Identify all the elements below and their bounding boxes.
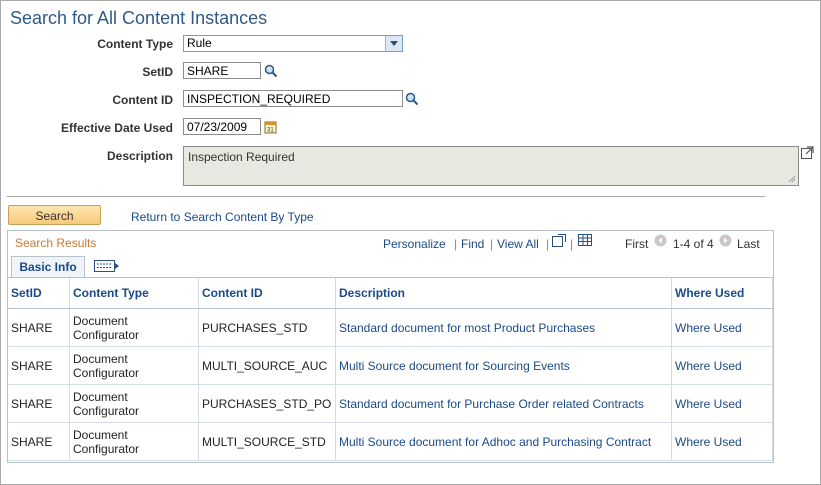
expand-icon[interactable]: [801, 146, 814, 159]
find-link[interactable]: Find: [461, 237, 484, 251]
content-type-line: Document: [73, 389, 128, 404]
first-label: First: [625, 237, 649, 251]
search-button[interactable]: Search: [8, 205, 101, 225]
content-type-line: Document: [73, 351, 128, 366]
search-results-grid: Search Results Personalize | Find | View…: [7, 230, 774, 463]
cell-setid: SHARE: [8, 308, 70, 347]
personalize-link[interactable]: Personalize: [383, 237, 446, 251]
table-row: SHARE Document Configurator PURCHASES_STD…: [8, 384, 773, 423]
cell-content-id: MULTI_SOURCE_AUC: [198, 346, 336, 385]
results-table: SetID Content Type Content ID Descriptio…: [8, 278, 773, 461]
svg-text:31: 31: [267, 128, 274, 134]
download-icon[interactable]: [578, 234, 592, 246]
lookup-icon[interactable]: [405, 92, 419, 106]
description-textarea[interactable]: Inspection Required: [183, 146, 799, 186]
lookup-icon[interactable]: [264, 64, 278, 78]
calendar-icon[interactable]: 31: [264, 120, 278, 134]
col-header-content-id[interactable]: Content ID: [198, 278, 336, 309]
table-row: SHARE Document Configurator PURCHASES_STD…: [8, 308, 773, 347]
previous-icon: [654, 234, 667, 247]
where-used-link[interactable]: Where Used: [671, 384, 773, 423]
table-header-row: SetID Content Type Content ID Descriptio…: [8, 278, 773, 309]
setid-label: SetID: [142, 65, 173, 79]
grid-tab-bar: Basic Info: [8, 255, 773, 278]
description-value: Inspection Required: [188, 150, 295, 164]
separator: |: [546, 237, 550, 251]
description-link[interactable]: Multi Source document for Sourcing Event…: [335, 346, 672, 385]
cell-setid: SHARE: [8, 384, 70, 423]
col-header-description[interactable]: Description: [335, 278, 672, 309]
cell-content-id: PURCHASES_STD: [198, 308, 336, 347]
description-link[interactable]: Standard document for Purchase Order rel…: [335, 384, 672, 423]
col-header-where-used[interactable]: Where Used: [671, 278, 773, 309]
page-frame: Search for All Content Instances Content…: [0, 0, 821, 485]
table-row: SHARE Document Configurator MULTI_SOURCE_…: [8, 346, 773, 385]
view-all-link[interactable]: View All: [497, 237, 539, 251]
cell-content-type: Document Configurator: [69, 346, 199, 385]
cell-content-type: Document Configurator: [69, 308, 199, 347]
last-label: Last: [737, 237, 760, 251]
effective-date-input[interactable]: 07/23/2009: [183, 118, 261, 135]
separator: |: [454, 237, 458, 251]
col-header-content-type[interactable]: Content Type: [69, 278, 199, 309]
content-type-label: Content Type: [97, 37, 173, 51]
next-icon: [719, 234, 732, 247]
setid-input[interactable]: SHARE: [183, 62, 261, 79]
tab-basic-info[interactable]: Basic Info: [11, 256, 85, 277]
return-to-search-link[interactable]: Return to Search Content By Type: [131, 210, 314, 224]
effective-date-label: Effective Date Used: [60, 121, 173, 135]
content-type-line: Configurator: [73, 403, 140, 418]
new-window-icon[interactable]: [552, 234, 566, 247]
cell-content-type: Document Configurator: [69, 422, 199, 461]
resize-grip-icon[interactable]: [788, 175, 796, 183]
content-type-line: Document: [73, 427, 128, 442]
content-id-label: Content ID: [112, 93, 173, 107]
where-used-link[interactable]: Where Used: [671, 346, 773, 385]
separator: |: [570, 237, 574, 251]
cell-content-id: PURCHASES_STD_PO: [198, 384, 336, 423]
content-type-line: Configurator: [73, 327, 140, 342]
description-label: Description: [106, 149, 173, 163]
cell-content-type: Document Configurator: [69, 384, 199, 423]
cell-content-id: MULTI_SOURCE_STD: [198, 422, 336, 461]
divider: [7, 196, 765, 197]
content-type-line: Configurator: [73, 365, 140, 380]
where-used-link[interactable]: Where Used: [671, 308, 773, 347]
cell-setid: SHARE: [8, 346, 70, 385]
table-row: SHARE Document Configurator MULTI_SOURCE_…: [8, 422, 773, 461]
description-link[interactable]: Standard document for most Product Purch…: [335, 308, 672, 347]
cell-setid: SHARE: [8, 422, 70, 461]
grid-title: Search Results: [15, 236, 97, 250]
where-used-link[interactable]: Where Used: [671, 422, 773, 461]
grid-header: Search Results Personalize | Find | View…: [8, 231, 773, 255]
col-header-setid[interactable]: SetID: [8, 278, 70, 309]
content-type-select[interactable]: Rule: [183, 35, 403, 52]
content-type-line: Document: [73, 313, 128, 328]
description-link[interactable]: Multi Source document for Adhoc and Purc…: [335, 422, 672, 461]
page-range: 1-4 of 4: [673, 237, 714, 251]
page-title: Search for All Content Instances: [10, 8, 268, 28]
separator: |: [490, 237, 494, 251]
chevron-down-icon: [385, 36, 402, 51]
content-id-input[interactable]: INSPECTION_REQUIRED: [183, 90, 403, 107]
content-type-line: Configurator: [73, 441, 140, 456]
content-type-value: Rule: [187, 36, 212, 50]
show-all-columns-icon[interactable]: [94, 260, 120, 272]
